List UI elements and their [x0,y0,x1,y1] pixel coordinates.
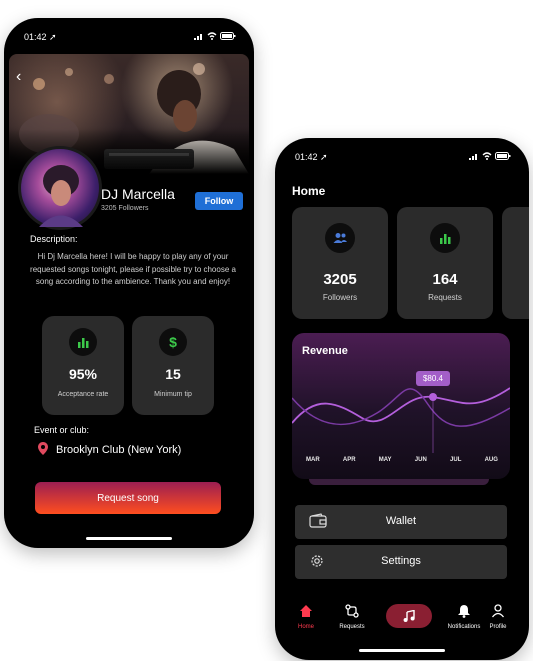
revenue-card-shadow [309,479,489,485]
revenue-chart-card: Revenue $80.4 MAR APR MAY JUN JUL AUG [292,333,510,479]
acceptance-rate-value: 95% [68,366,98,382]
dj-followers: 3205 Followers [101,205,149,212]
battery-icon [220,32,236,40]
bar-chart-icon [430,223,460,253]
home-dashboard-phone: 01:42 ➚ Home 3205 Followers 164 Requests… [275,138,529,660]
event-label: Event or club: [34,425,90,435]
followers-card[interactable]: 3205 Followers [292,207,388,319]
nav-home[interactable]: Home [282,604,330,630]
nav-requests-label: Requests [339,624,365,630]
settings-label: Settings [381,555,421,567]
dj-name: DJ Marcella [101,186,175,202]
requests-card[interactable]: 164 Requests [397,207,493,319]
nav-requests[interactable]: Requests [328,604,376,630]
month-axis: MAR APR MAY JUN JUL AUG [306,457,498,463]
event-name: Brooklyn Club (New York) [56,444,182,456]
partial-card[interactable] [502,207,529,319]
followers-label: Followers [322,293,358,302]
nav-profile-label: Profile [489,624,507,630]
requests-value: 164 [432,271,458,288]
revenue-marker [429,393,437,401]
location-pin-icon [38,442,48,458]
wallet-label: Wallet [385,515,417,527]
status-time: 01:42 ➚ [295,152,328,162]
status-icons [194,32,236,40]
user-icon [474,604,522,620]
wallet-button[interactable]: Wallet [295,505,507,539]
followers-value: 3205 [323,271,357,288]
status-icons [469,152,511,160]
acceptance-rate-card: 95% Acceptance rate [42,316,124,415]
dj-profile-phone: 01:42 ➚ ‹ DJ Marcella 3205 Followers Fol… [4,18,254,548]
bar-chart-icon [69,328,97,356]
page-title: Home [292,184,326,198]
wifi-icon [482,152,492,160]
acceptance-rate-label: Acceptance rate [57,391,109,398]
home-indicator [359,649,445,652]
dj-avatar [18,146,102,230]
signal-icon [469,153,477,160]
battery-icon [495,152,511,160]
revenue-tooltip: $80.4 [416,371,450,386]
avatar-illustration [39,165,83,227]
requests-label: Requests [428,293,462,302]
dollar-icon: $ [159,328,187,356]
minimum-tip-value: 15 [165,366,181,382]
users-icon [325,223,355,253]
minimum-tip-card: $ 15 Minimum tip [132,316,214,415]
month-label: MAY [378,457,392,463]
home-icon [282,604,330,620]
minimum-tip-label: Minimum tip [154,391,192,398]
home-indicator [86,537,172,540]
status-bar: 01:42 ➚ [4,32,254,46]
follow-button[interactable]: Follow [195,192,243,210]
requests-icon [328,604,376,620]
month-label: JUN [414,457,427,463]
month-label: APR [342,457,356,463]
bottom-nav: Home Requests Notifications Profile [285,604,519,640]
month-label: MAR [306,457,320,463]
month-label: JUL [450,457,462,463]
status-time: 01:42 ➚ [24,32,57,42]
back-chevron-icon[interactable]: ‹ [16,68,21,86]
nav-home-label: Home [297,624,314,630]
signal-icon [194,33,202,40]
status-bar: 01:42 ➚ [275,152,529,166]
wifi-icon [207,32,217,40]
music-note-icon[interactable] [386,604,432,628]
nav-profile[interactable]: Profile [474,604,522,630]
description-text: Hi Dj Marcella here! I will be happy to … [30,252,236,286]
request-song-button[interactable]: Request song [35,482,221,514]
settings-button[interactable]: Settings [295,545,507,579]
month-label: AUG [484,457,498,463]
description-title: Description: [30,234,78,244]
